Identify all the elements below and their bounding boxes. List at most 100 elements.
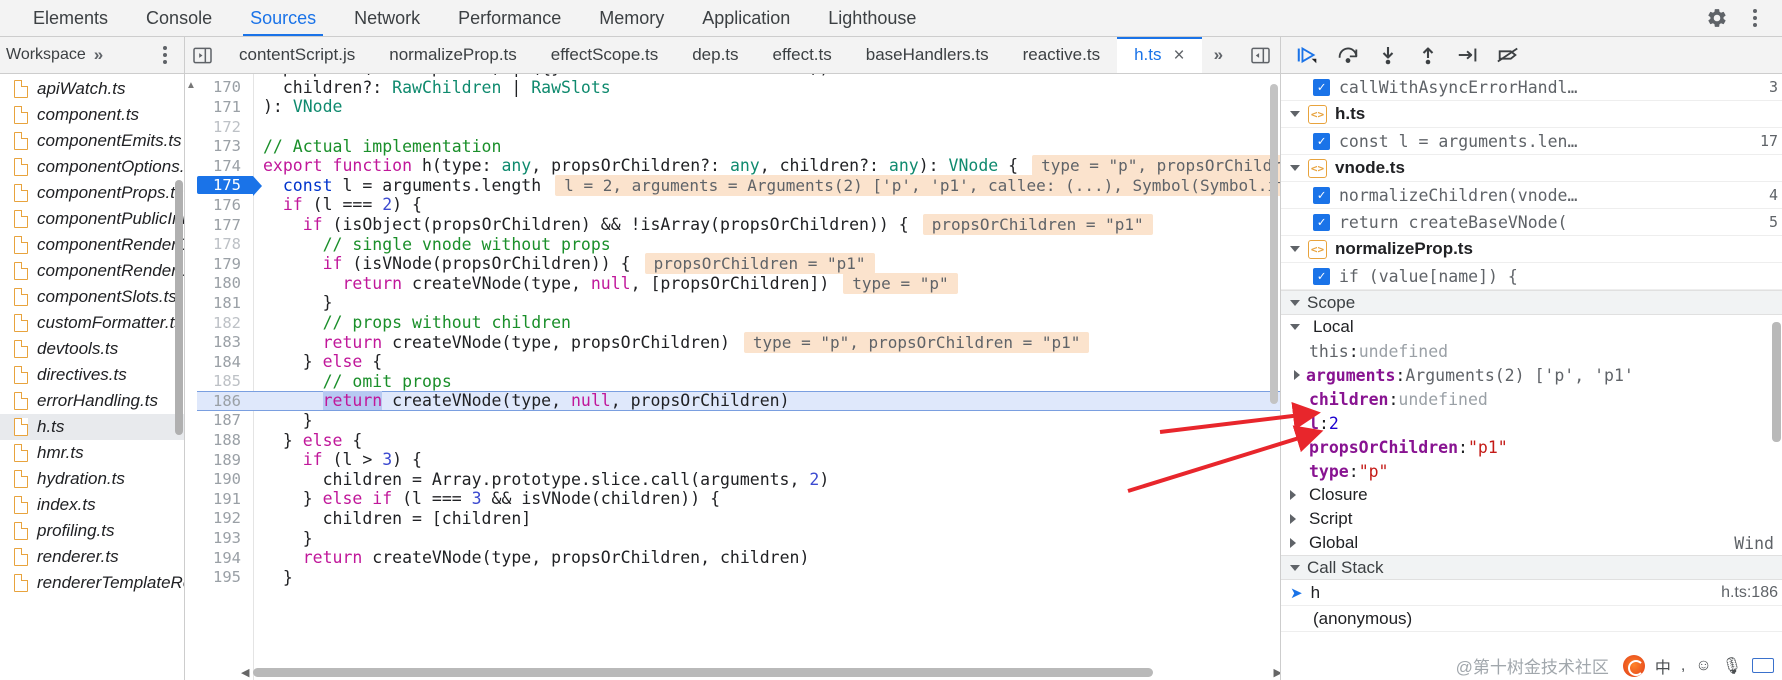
breakpoint-row[interactable]: ✓ normalizeChildren(vnode… 4 bbox=[1281, 182, 1782, 209]
line-number[interactable]: 176 bbox=[197, 196, 253, 214]
editor-tab-h-ts[interactable]: h.ts × bbox=[1117, 37, 1202, 73]
editor-tab-effectscope-ts[interactable]: effectScope.ts bbox=[534, 37, 675, 73]
file-item-directives-ts[interactable]: directives.ts bbox=[0, 362, 184, 388]
line-number[interactable]: 191 bbox=[197, 490, 253, 508]
code-line[interactable]: 176 if (l === 2) { bbox=[197, 195, 1280, 215]
tab-performance[interactable]: Performance bbox=[439, 0, 580, 36]
debugger-content[interactable]: ✓ callWithAsyncErrorHandl… 3 <> h.ts ✓ const l… bbox=[1281, 74, 1782, 680]
code-line[interactable]: 172 bbox=[197, 117, 1280, 137]
scope-property-children[interactable]: children: undefined bbox=[1281, 387, 1782, 411]
scope-property-propsOrChildren[interactable]: propsOrChildren: "p1" bbox=[1281, 435, 1782, 459]
call-stack-section-header[interactable]: Call Stack bbox=[1281, 555, 1782, 580]
tab-elements[interactable]: Elements bbox=[14, 0, 127, 36]
line-number[interactable]: 177 bbox=[197, 216, 253, 234]
breakpoint-file-group[interactable]: <> vnode.ts bbox=[1281, 155, 1782, 182]
scope-group-local[interactable]: Local bbox=[1281, 315, 1782, 339]
panel-expand-icon[interactable] bbox=[1241, 37, 1280, 73]
scroll-left-arrow-icon[interactable]: ◀ bbox=[241, 666, 249, 679]
line-number[interactable]: 171 bbox=[197, 98, 253, 116]
navigator-more-icon[interactable] bbox=[156, 44, 178, 66]
scope-group-global[interactable]: Global Wind bbox=[1281, 531, 1782, 555]
editor-tab-effect-ts[interactable]: effect.ts bbox=[756, 37, 849, 73]
code-line[interactable]: 189 if (l > 3) { bbox=[197, 450, 1280, 470]
editor-horizontal-scrollbar[interactable]: ◀ ▶ bbox=[241, 667, 1280, 679]
line-number[interactable]: 174 bbox=[197, 157, 253, 175]
chevron-down-icon[interactable] bbox=[1290, 299, 1300, 306]
panel-collapse-icon[interactable] bbox=[185, 37, 222, 73]
code-editor[interactable]: ▲ 169 props?: (RawProps & P) | ({} exten… bbox=[185, 74, 1280, 680]
file-item-componentrenderc[interactable]: componentRenderC bbox=[0, 232, 184, 258]
code-line[interactable]: 170 children?: RawChildren | RawSlots bbox=[197, 78, 1280, 98]
code-line[interactable]: 181 } bbox=[197, 293, 1280, 313]
file-item-hmr-ts[interactable]: hmr.ts bbox=[0, 440, 184, 466]
line-number[interactable]: 180 bbox=[197, 274, 253, 292]
line-number[interactable]: 194 bbox=[197, 549, 253, 567]
line-number[interactable]: 181 bbox=[197, 294, 253, 312]
chevron-right-icon[interactable] bbox=[1290, 514, 1296, 524]
line-number[interactable]: 178 bbox=[197, 235, 253, 253]
line-number[interactable]: 184 bbox=[197, 353, 253, 371]
code-line[interactable]: 185 // omit props bbox=[197, 372, 1280, 392]
code-line[interactable]: 191 } else if (l === 3 && isVNode(childr… bbox=[197, 489, 1280, 509]
scope-group-script[interactable]: Script bbox=[1281, 507, 1782, 531]
line-number[interactable]: 173 bbox=[197, 137, 253, 155]
close-icon[interactable]: × bbox=[1173, 46, 1184, 65]
file-item-componentoptions-[interactable]: componentOptions. bbox=[0, 154, 184, 180]
editor-tab-normalizeprop-ts[interactable]: normalizeProp.ts bbox=[372, 37, 534, 73]
code-line[interactable]: 194 return createVNode(type, propsOrChil… bbox=[197, 548, 1280, 568]
chevron-down-icon[interactable] bbox=[1290, 246, 1300, 252]
ime-emoji-icon[interactable]: ☺ bbox=[1695, 657, 1711, 675]
file-item-customformatter-ts[interactable]: customFormatter.ts bbox=[0, 310, 184, 336]
file-item-devtools-ts[interactable]: devtools.ts bbox=[0, 336, 184, 362]
step-into-button[interactable] bbox=[1371, 38, 1405, 72]
breakpoint-row[interactable]: ✓ if (value[name]) { bbox=[1281, 263, 1782, 290]
editor-tab-dep-ts[interactable]: dep.ts bbox=[675, 37, 755, 73]
code-line[interactable]: 193 } bbox=[197, 528, 1280, 548]
ime-voice-icon[interactable]: 🎙 bbox=[1722, 656, 1742, 676]
code-line[interactable]: 182 // props without children bbox=[197, 313, 1280, 333]
file-item-h-ts[interactable]: h.ts bbox=[0, 414, 184, 440]
breakpoint-checkbox[interactable]: ✓ bbox=[1313, 213, 1330, 231]
code-line[interactable]: 180 return createVNode(type, null, [prop… bbox=[197, 272, 1280, 294]
file-item-componentslots-ts[interactable]: componentSlots.ts bbox=[0, 284, 184, 310]
breakpoint-checkbox[interactable]: ✓ bbox=[1313, 267, 1330, 285]
code-line[interactable]: 174 export function h(type: any, propsOrC… bbox=[197, 155, 1280, 177]
scope-property-arguments[interactable]: arguments: Arguments(2) ['p', 'p1' bbox=[1281, 363, 1782, 387]
code-line[interactable]: 192 children = [children] bbox=[197, 509, 1280, 529]
ime-punct-icon[interactable]: , bbox=[1681, 657, 1685, 675]
breakpoint-checkbox[interactable]: ✓ bbox=[1313, 78, 1330, 96]
breakpoint-row[interactable]: ✓ return createBaseVNode(5 bbox=[1281, 209, 1782, 236]
breakpoint-checkbox[interactable]: ✓ bbox=[1313, 186, 1330, 204]
code-viewport[interactable]: 169 props?: (RawProps & P) | ({} extends… bbox=[197, 74, 1280, 680]
code-line[interactable]: 175 const l = arguments.length l = 2, arg… bbox=[197, 174, 1280, 197]
line-number[interactable]: 186 bbox=[197, 392, 253, 410]
code-line[interactable]: 190 children = Array.prototype.slice.cal… bbox=[197, 469, 1280, 489]
line-number[interactable]: 190 bbox=[197, 470, 253, 488]
code-line[interactable]: 186 return createVNode(type, null, props… bbox=[197, 391, 1280, 411]
line-number[interactable]: 192 bbox=[197, 509, 253, 527]
tab-lighthouse[interactable]: Lighthouse bbox=[809, 0, 935, 36]
tab-sources[interactable]: Sources bbox=[231, 0, 335, 36]
breakpoint-row[interactable]: ✓ const l = arguments.len… 17 bbox=[1281, 128, 1782, 155]
code-line[interactable]: 184 } else { bbox=[197, 352, 1280, 372]
file-item-renderertemplatere[interactable]: rendererTemplateRe bbox=[0, 570, 184, 596]
code-line[interactable]: 177 if (isObject(propsOrChildren) && !is… bbox=[197, 214, 1280, 236]
tab-console[interactable]: Console bbox=[127, 0, 231, 36]
editor-scroll-up-arrow[interactable]: ▲ bbox=[185, 74, 197, 680]
step-out-button[interactable] bbox=[1411, 38, 1445, 72]
code-line[interactable]: 171): VNode bbox=[197, 97, 1280, 117]
code-line[interactable]: 183 return createVNode(type, propsOrChil… bbox=[197, 331, 1280, 353]
line-number[interactable]: 188 bbox=[197, 431, 253, 449]
line-number[interactable]: 193 bbox=[197, 529, 253, 547]
file-item-renderer-ts[interactable]: renderer.ts bbox=[0, 544, 184, 570]
breakpoint-checkbox[interactable]: ✓ bbox=[1313, 132, 1330, 150]
debugger-scrollbar[interactable] bbox=[1772, 322, 1781, 442]
line-number[interactable]: 175 bbox=[197, 176, 262, 197]
scope-property-type[interactable]: type: "p" bbox=[1281, 459, 1782, 483]
editor-tabs-overflow-icon[interactable]: » bbox=[1202, 37, 1233, 73]
more-vertical-icon[interactable] bbox=[1738, 1, 1772, 35]
file-item-apiwatch-ts[interactable]: apiWatch.ts bbox=[0, 76, 184, 102]
resume-button[interactable] bbox=[1291, 38, 1325, 72]
file-item-errorhandling-ts[interactable]: errorHandling.ts bbox=[0, 388, 184, 414]
call-stack-frame[interactable]: (anonymous) bbox=[1281, 606, 1782, 632]
